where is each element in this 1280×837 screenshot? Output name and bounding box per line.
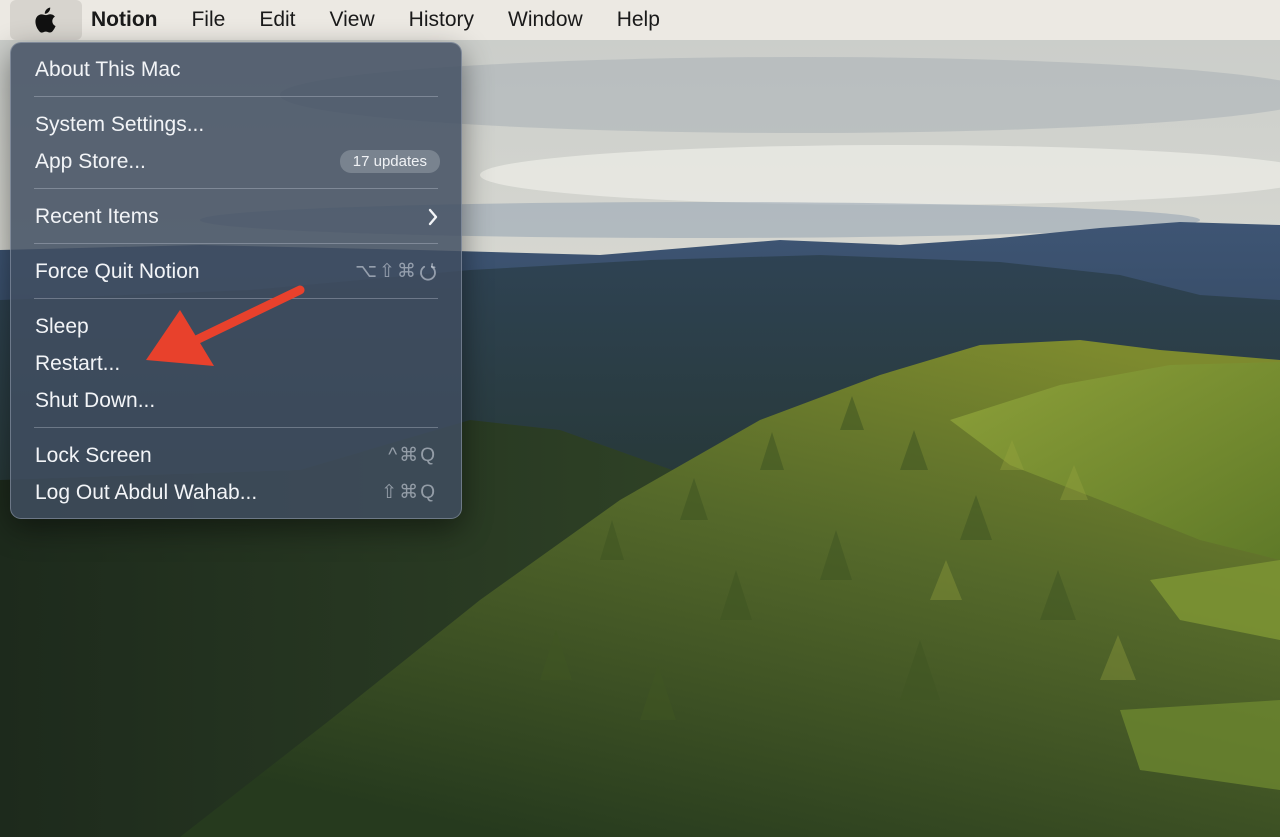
menu-separator — [34, 427, 438, 428]
menu-separator — [34, 298, 438, 299]
menu-bar: Notion File Edit View History Window Hel… — [0, 0, 1280, 40]
menu-item-restart[interactable]: Restart... — [11, 345, 461, 382]
menu-item-label: Recent Items — [35, 204, 159, 228]
menubar-view[interactable]: View — [313, 0, 392, 40]
power-icon — [420, 262, 436, 280]
keyboard-shortcut: ^⌘Q — [388, 445, 437, 466]
menu-item-label: Force Quit Notion — [35, 259, 200, 283]
menubar-file[interactable]: File — [174, 0, 242, 40]
shortcut-keys: ⌥⇧⌘ — [355, 261, 418, 282]
menu-item-about-this-mac[interactable]: About This Mac — [11, 51, 461, 88]
menu-separator — [34, 96, 438, 97]
menu-item-label: Lock Screen — [35, 443, 152, 467]
menu-item-label: App Store... — [35, 149, 146, 173]
apple-dropdown-menu: About This Mac System Settings... App St… — [10, 42, 462, 519]
menu-item-sleep[interactable]: Sleep — [11, 308, 461, 345]
menu-item-label: Restart... — [35, 351, 121, 375]
keyboard-shortcut: ⌥⇧⌘ — [355, 260, 437, 283]
menu-item-label: System Settings... — [35, 112, 205, 136]
menu-item-label: Log Out Abdul Wahab... — [35, 480, 258, 504]
menu-separator — [34, 188, 438, 189]
menubar-edit[interactable]: Edit — [242, 0, 312, 40]
updates-badge: 17 updates — [339, 150, 440, 173]
menu-item-app-store[interactable]: App Store... 17 updates — [11, 143, 461, 180]
menu-item-label: About This Mac — [35, 57, 181, 81]
menubar-window[interactable]: Window — [491, 0, 600, 40]
menu-item-system-settings[interactable]: System Settings... — [11, 106, 461, 143]
menu-item-log-out[interactable]: Log Out Abdul Wahab... ⇧⌘Q — [11, 474, 461, 511]
desktop: Notion File Edit View History Window Hel… — [0, 0, 1280, 837]
menu-item-recent-items[interactable]: Recent Items — [11, 198, 461, 235]
menu-separator — [34, 243, 438, 244]
menu-item-force-quit[interactable]: Force Quit Notion ⌥⇧⌘ — [11, 253, 461, 290]
apple-menu-button[interactable] — [10, 0, 82, 40]
keyboard-shortcut: ⇧⌘Q — [381, 482, 437, 503]
menubar-app-name[interactable]: Notion — [82, 0, 174, 40]
menu-item-label: Shut Down... — [35, 388, 156, 412]
menu-item-shut-down[interactable]: Shut Down... — [11, 382, 461, 419]
menu-item-label: Sleep — [35, 314, 89, 338]
apple-logo-icon — [35, 7, 56, 33]
chevron-right-icon — [427, 208, 439, 226]
menu-item-lock-screen[interactable]: Lock Screen ^⌘Q — [11, 437, 461, 474]
menubar-history[interactable]: History — [392, 0, 491, 40]
menubar-help[interactable]: Help — [600, 0, 677, 40]
